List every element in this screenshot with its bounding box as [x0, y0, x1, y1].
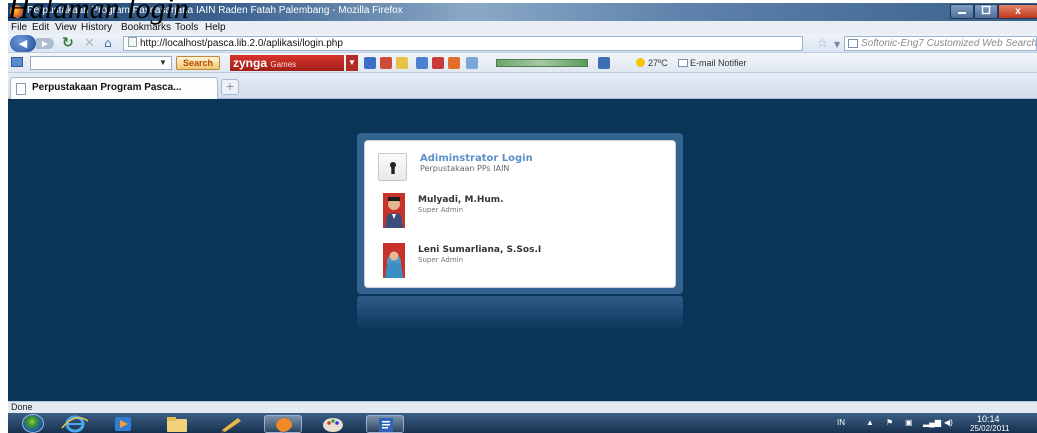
document-caption: Halaman login — [8, 0, 189, 25]
search-engine-icon — [848, 39, 858, 48]
page-icon — [128, 37, 137, 47]
temperature-label: 27ºC — [648, 58, 668, 68]
taskbar-word[interactable] — [366, 415, 404, 433]
page-content: Adiminstrator Login Perpustakaan PPs IAI… — [8, 99, 1037, 401]
taskbar-ie[interactable] — [56, 415, 94, 433]
signal-icon[interactable]: ▂▄▆ — [923, 413, 941, 433]
volume-icon[interactable]: ◀) — [944, 413, 953, 433]
mail-app-icon[interactable] — [380, 57, 392, 69]
windows-taskbar: IN ▲ ⚑ ▣ ▂▄▆ ◀) 10:14 25/02/2011 — [8, 413, 1037, 433]
menu-help[interactable]: Help — [205, 21, 226, 34]
toolbar-app-icon[interactable] — [11, 57, 23, 67]
paint-palette-icon — [323, 418, 343, 432]
user-role: Super Admin — [418, 256, 464, 264]
keyhole-icon — [390, 162, 396, 174]
tab-perpustakaan[interactable]: Perpustakaan Program Pasca... — [10, 77, 218, 99]
facebook-icon[interactable] — [364, 57, 376, 69]
user-option-leni[interactable]: Leni Sumarliana, S.Sos.I Super Admin — [373, 243, 663, 283]
clock-time[interactable]: 10:14 — [977, 414, 1000, 424]
document-app-icon — [379, 418, 393, 432]
taskbar-explorer[interactable] — [158, 415, 196, 433]
tab-page-icon — [16, 83, 26, 95]
clock-date[interactable]: 25/02/2011 — [970, 424, 1009, 433]
back-button[interactable]: ◀ — [10, 35, 36, 52]
taskbar-app[interactable] — [212, 415, 250, 433]
login-subtitle: Perpustakaan PPs IAIN — [420, 164, 510, 173]
close-button[interactable]: x — [998, 4, 1037, 19]
bookmark-star-icon[interactable]: ☆ — [817, 35, 828, 52]
toolbar-search-input[interactable] — [30, 56, 172, 70]
maximize-button[interactable] — [974, 4, 998, 19]
avatar-photo-icon — [383, 193, 405, 228]
toolbar-dropdown-icon[interactable]: ▼ — [159, 56, 167, 70]
taskbar-media[interactable] — [104, 415, 142, 433]
avatar — [383, 193, 405, 228]
stop-icon[interactable]: ✕ — [84, 35, 95, 52]
tab-label: Perpustakaan Program Pasca... — [32, 82, 182, 93]
envelope-icon — [678, 59, 688, 67]
maximize-icon — [981, 5, 991, 15]
status-bar: Done — [8, 401, 1037, 413]
mail-notifier-label: E-mail Notifier — [690, 58, 747, 68]
screen-icon[interactable] — [598, 57, 610, 69]
login-panel: Adiminstrator Login Perpustakaan PPs IAI… — [364, 140, 676, 288]
user-role: Super Admin — [418, 206, 464, 214]
reload-icon[interactable]: ↻ — [62, 35, 74, 52]
monitor-icon[interactable]: ▣ — [905, 413, 913, 433]
user-option-mulyadi[interactable]: Mulyadi, M.Hum. Super Admin — [373, 193, 663, 233]
web-search-input[interactable]: Softonic-Eng7 Customized Web Search — [844, 36, 1037, 51]
sun-icon — [636, 58, 645, 67]
close-icon: x — [1015, 6, 1021, 17]
address-bar[interactable]: http://localhost/pasca.lib.2.0/aplikasi/… — [123, 36, 803, 51]
chart-app-icon[interactable] — [416, 57, 428, 69]
pen-tool-icon — [221, 418, 241, 433]
back-arrow-icon: ◀ — [18, 37, 28, 50]
weather-app-icon[interactable] — [466, 57, 478, 69]
mail-notifier[interactable]: E-mail Notifier — [678, 53, 747, 73]
folder-icon — [167, 417, 187, 432]
forward-button[interactable]: ▶ — [36, 38, 54, 49]
flag-icon[interactable]: ⚑ — [886, 413, 893, 433]
home-icon[interactable]: ⌂ — [104, 35, 112, 52]
tool-icon[interactable] — [396, 57, 408, 69]
zynga-dropdown-icon[interactable]: ▼ — [346, 55, 358, 71]
start-button[interactable] — [22, 414, 44, 433]
zynga-logo: zynga — [233, 56, 268, 70]
user-name: Mulyadi, M.Hum. — [418, 195, 504, 205]
alert-app-icon[interactable] — [448, 57, 460, 69]
navigation-toolbar: ◀ ▶ ↻ ✕ ⌂ http://localhost/pasca.lib.2.0… — [8, 34, 1037, 53]
minimize-icon — [958, 12, 966, 14]
url-dropdown-icon[interactable]: ▼ — [834, 36, 840, 53]
minimize-button[interactable] — [950, 4, 974, 19]
address-url: http://localhost/pasca.lib.2.0/aplikasi/… — [140, 38, 343, 49]
login-panel-reflection — [357, 296, 683, 331]
addon-toolbar: ▼ Search zynga Games ▼ 27ºC E-mail Notif… — [8, 53, 1037, 73]
forward-arrow-icon: ▶ — [41, 39, 49, 48]
screenshot-root: Halaman login Perpustakaan Program Pasca… — [0, 0, 1037, 433]
avatar-photo-icon — [383, 243, 405, 278]
taskbar-paint[interactable] — [314, 415, 352, 433]
tab-bar: Perpustakaan Program Pasca... + — [8, 73, 1037, 99]
new-tab-button[interactable]: + — [221, 79, 239, 95]
media-player-icon — [115, 417, 131, 431]
game-app-icon[interactable] — [432, 57, 444, 69]
zynga-button[interactable]: zynga Games — [230, 55, 344, 71]
weather-widget[interactable]: 27ºC — [636, 53, 668, 73]
keyhole-badge — [378, 153, 407, 181]
toolbar-progress — [496, 59, 588, 67]
toolbar-search-button[interactable]: Search — [176, 56, 220, 70]
language-indicator[interactable]: IN — [837, 413, 845, 433]
login-title: Adiminstrator Login — [420, 153, 533, 164]
taskbar-firefox[interactable] — [264, 415, 302, 433]
web-search-placeholder: Softonic-Eng7 Customized Web Search — [861, 38, 1037, 49]
zynga-games-label: Games — [270, 60, 297, 69]
tray-expand-icon[interactable]: ▲ — [866, 413, 874, 433]
firefox-taskbar-icon — [276, 417, 292, 433]
ie-icon — [61, 415, 89, 433]
avatar — [383, 243, 405, 278]
user-name: Leni Sumarliana, S.Sos.I — [418, 245, 542, 255]
